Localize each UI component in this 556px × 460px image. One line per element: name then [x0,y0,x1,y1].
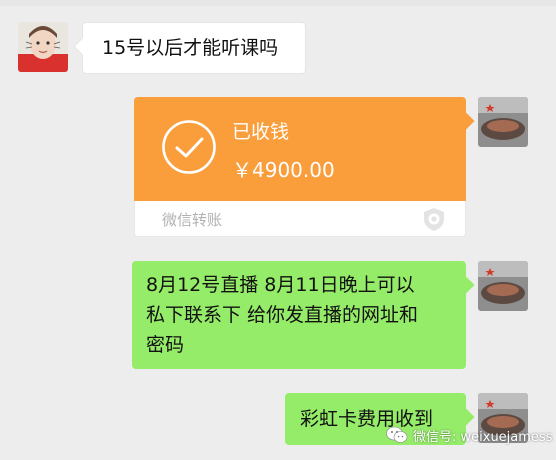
top-divider [0,0,556,6]
message-line: 私下联系下 给你发直播的网址和 [146,304,419,326]
transfer-amount: ￥4900.00 [232,158,335,182]
transfer-card-header: 已收钱 ￥4900.00 [134,97,466,201]
self-avatar[interactable] [478,97,528,147]
check-circle-icon [162,120,216,174]
watermark-text: 微信号: weixuejamess [413,429,553,445]
message-line: 8月12号直播 8月11日晚上可以 [146,274,415,296]
transfer-status: 已收钱 [232,121,290,143]
wechat-logo-icon [386,426,408,443]
message-bubble-received[interactable]: 15号以后才能听课吗 [82,22,306,74]
chat-window: 15号以后才能听课吗 已收钱 ￥4900.00 微信转账 8月12号直播 8月1… [0,0,556,460]
message-text: 15号以后才能听课吗 [102,37,279,59]
watermark: 微信号: weixuejamess [386,423,552,447]
message-bubble-sent[interactable]: 8月12号直播 8月11日晚上可以 私下联系下 给你发直播的网址和 密码 [132,261,466,369]
self-avatar[interactable] [478,261,528,311]
shield-icon [424,208,444,231]
message-line: 密码 [146,334,185,356]
contact-avatar[interactable] [18,22,68,72]
transfer-card[interactable]: 已收钱 ￥4900.00 微信转账 [134,97,466,237]
transfer-card-footer: 微信转账 [134,201,466,237]
transfer-label: 微信转账 [162,211,223,229]
